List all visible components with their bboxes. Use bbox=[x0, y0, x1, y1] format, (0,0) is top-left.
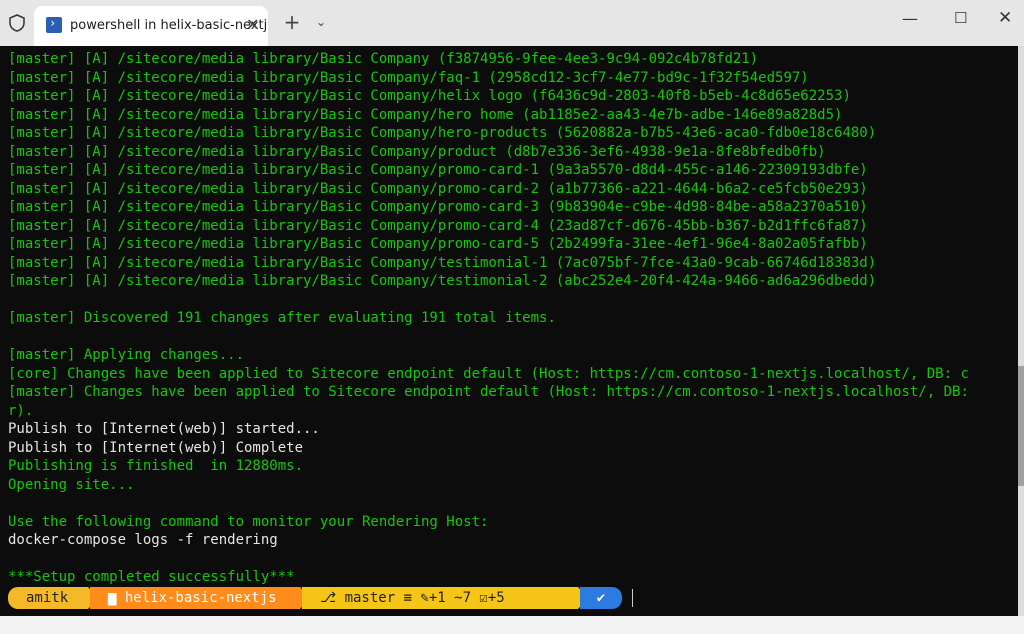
prompt-git-text: master ≡ ✎+1 ~7 ☑+5 bbox=[344, 590, 505, 606]
tab-title: powershell in helix-basic-nextj bbox=[70, 18, 268, 33]
folder-icon: ▆ bbox=[108, 590, 125, 606]
terminal-output[interactable]: [master] [A] /sitecore/media library/Bas… bbox=[0, 46, 1018, 616]
terminal-line: [master] Changes have been applied to Si… bbox=[8, 384, 969, 400]
terminal-line: [master] [A] /sitecore/media library/Bas… bbox=[8, 88, 851, 104]
powershell-icon: › bbox=[46, 16, 62, 33]
git-branch-icon: ⎇ bbox=[320, 590, 345, 606]
shield-icon[interactable] bbox=[7, 13, 27, 33]
terminal-line: [master] [A] /sitecore/media library/Bas… bbox=[8, 162, 868, 178]
terminal-line: Opening site... bbox=[8, 476, 135, 493]
terminal-line: [master] [A] /sitecore/media library/Bas… bbox=[8, 180, 868, 197]
maximize-button[interactable]: ☐ bbox=[954, 9, 972, 33]
terminal-line: r). bbox=[8, 402, 34, 419]
tab-dropdown-icon[interactable]: ⌄ bbox=[316, 15, 326, 29]
terminal-line: [master] [A] /sitecore/media library/Bas… bbox=[8, 273, 877, 289]
terminal-line: [master] [A] /sitecore/media library/Bas… bbox=[8, 51, 759, 67]
tab-powershell[interactable]: › powershell in helix-basic-nextj ✕ bbox=[34, 6, 268, 46]
title-bar: › powershell in helix-basic-nextj ✕ + ⌄ … bbox=[0, 0, 1024, 46]
terminal-line: [master] [A] /sitecore/media library/Bas… bbox=[8, 143, 826, 160]
prompt-git-status: ⎇ master ≡ ✎+1 ~7 ☑+5 bbox=[302, 587, 578, 609]
prompt-user: amitk bbox=[8, 587, 88, 609]
terminal-line: Use the following command to monitor you… bbox=[8, 513, 489, 530]
terminal-line: [master] [A] /sitecore/media library/Bas… bbox=[8, 199, 868, 215]
terminal-line: [master] [A] /sitecore/media library/Bas… bbox=[8, 69, 809, 86]
terminal-line: Publish to [Internet(web)] started... bbox=[8, 421, 320, 437]
terminal-line: [master] [A] /sitecore/media library/Bas… bbox=[8, 236, 868, 252]
prompt-folder-name: helix-basic-nextjs bbox=[124, 590, 277, 606]
terminal-line: docker-compose logs -f rendering bbox=[8, 532, 278, 548]
terminal-line: Publishing is finished in 12880ms. bbox=[8, 458, 304, 474]
close-window-button[interactable]: ✕ bbox=[998, 8, 1016, 32]
terminal-line: [master] [A] /sitecore/media library/Bas… bbox=[8, 125, 877, 141]
new-tab-button[interactable]: + bbox=[282, 11, 302, 33]
terminal-line: [master] [A] /sitecore/media library/Bas… bbox=[8, 106, 843, 123]
terminal-line: [master] Applying changes... bbox=[8, 347, 245, 363]
terminal-line: [master] Discovered 191 changes after ev… bbox=[8, 310, 556, 326]
prompt-status-check-icon: ✔ bbox=[580, 587, 622, 609]
terminal-line: [master] [A] /sitecore/media library/Bas… bbox=[8, 254, 877, 271]
terminal-line: Publish to [Internet(web)] Complete bbox=[8, 439, 304, 456]
terminal-line: [master] [A] /sitecore/media library/Bas… bbox=[8, 217, 868, 234]
scrollbar[interactable] bbox=[1018, 46, 1024, 616]
prompt-folder: ▆ helix-basic-nextjs bbox=[90, 587, 300, 609]
minimize-button[interactable]: — bbox=[902, 9, 920, 33]
text-cursor bbox=[632, 589, 633, 607]
terminal-lines: [master] [A] /sitecore/media library/Bas… bbox=[8, 50, 1018, 587]
tab-close-icon[interactable]: ✕ bbox=[246, 16, 259, 34]
terminal-line: ***Setup completed successfully*** bbox=[8, 569, 295, 585]
terminal-line: [core] Changes have been applied to Site… bbox=[8, 365, 969, 382]
scrollbar-thumb[interactable] bbox=[1018, 366, 1024, 486]
